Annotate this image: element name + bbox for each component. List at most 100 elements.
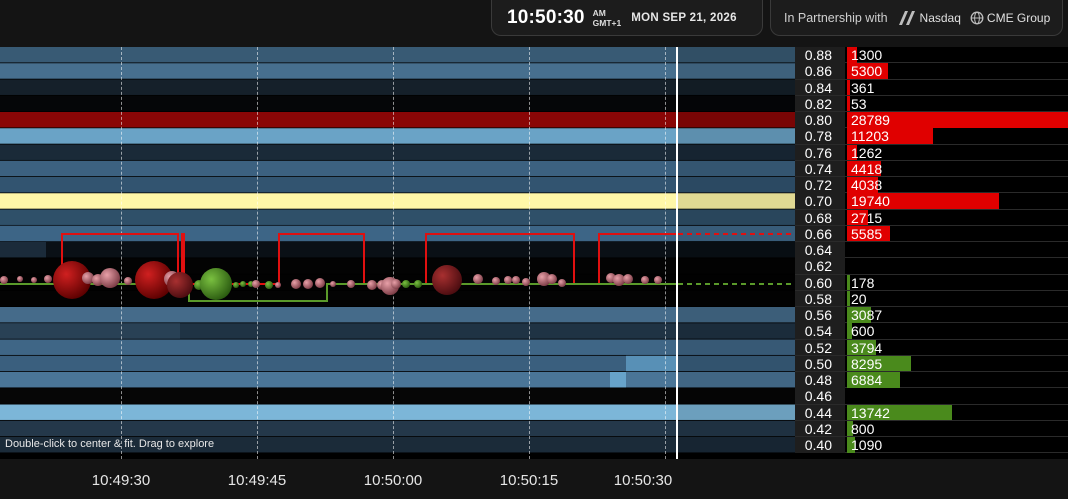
clock-meridiem: AM GMT+1 bbox=[593, 8, 622, 28]
ladder-quantity: 20 bbox=[851, 290, 867, 307]
ladder-quantity: 361 bbox=[851, 79, 875, 96]
ladder-row[interactable]: 0.42 800 bbox=[795, 420, 1068, 437]
trade-bubble bbox=[414, 280, 422, 288]
ladder-row[interactable]: 0.72 4038 bbox=[795, 177, 1068, 194]
clock-timezone: GMT+1 bbox=[592, 17, 622, 28]
ladder-row[interactable]: 0.46 bbox=[795, 388, 1068, 405]
trade-bubble bbox=[367, 280, 377, 290]
ladder-row[interactable]: 0.86 5300 bbox=[795, 63, 1068, 80]
partnership-label: In Partnership with bbox=[784, 10, 888, 25]
trade-bubble bbox=[167, 272, 193, 298]
ladder-quantity: 1300 bbox=[851, 47, 883, 63]
ladder-row[interactable]: 0.62 bbox=[795, 258, 1068, 275]
trade-bubble bbox=[265, 281, 273, 289]
trade-bubble bbox=[330, 281, 336, 287]
ladder-row[interactable]: 0.70 19740 bbox=[795, 193, 1068, 210]
ladder-price: 0.58 bbox=[795, 290, 845, 307]
ladder-row[interactable]: 0.48 6884 bbox=[795, 372, 1068, 389]
ladder-row[interactable]: 0.54 600 bbox=[795, 323, 1068, 340]
ladder-row[interactable]: 0.68 2715 bbox=[795, 209, 1068, 226]
ladder-quantity: 11203 bbox=[851, 128, 889, 145]
partnership-panel: In Partnership with Nasdaq CME Group bbox=[770, 0, 1063, 36]
ladder-quantity: 6884 bbox=[851, 372, 883, 388]
ladder-quantity: 800 bbox=[851, 420, 875, 437]
trade-bubble bbox=[240, 281, 246, 287]
ladder-row[interactable]: 0.74 4418 bbox=[795, 160, 1068, 177]
ladder-price: 0.42 bbox=[795, 420, 845, 437]
ladder-price: 0.88 bbox=[795, 47, 845, 63]
trade-bubble bbox=[124, 277, 132, 285]
ladder-row[interactable]: 0.82 53 bbox=[795, 95, 1068, 112]
trade-bubble bbox=[547, 274, 557, 284]
trade-bubble bbox=[31, 277, 37, 283]
ladder-price: 0.64 bbox=[795, 242, 845, 258]
clock-panel: 10:50:30 AM GMT+1 MON SEP 21, 2026 bbox=[491, 0, 763, 36]
ladder-row[interactable]: 0.84 361 bbox=[795, 79, 1068, 96]
time-tick-label: 10:49:30 bbox=[91, 472, 151, 489]
ladder-price: 0.60 bbox=[795, 274, 845, 290]
trade-bubble bbox=[623, 274, 633, 284]
current-time-line bbox=[676, 47, 678, 459]
ladder-row[interactable]: 0.64 bbox=[795, 242, 1068, 259]
trade-bubble bbox=[512, 276, 520, 284]
ladder-depth-bar bbox=[847, 290, 850, 307]
trade-bubble bbox=[82, 272, 94, 284]
trade-bubble bbox=[315, 278, 325, 288]
ladder-price: 0.44 bbox=[795, 404, 845, 420]
ladder-row[interactable]: 0.52 3794 bbox=[795, 339, 1068, 356]
ladder-quantity: 178 bbox=[851, 274, 875, 291]
ladder-row[interactable]: 0.88 1300 bbox=[795, 47, 1068, 64]
trade-bubble bbox=[641, 276, 649, 284]
trade-bubble bbox=[0, 276, 8, 284]
ladder-row[interactable]: 0.76 1262 bbox=[795, 144, 1068, 161]
trade-bubble bbox=[492, 277, 500, 285]
ladder-quantity: 4418 bbox=[851, 160, 883, 177]
clock-ampm: AM bbox=[592, 7, 606, 18]
ladder-row[interactable]: 0.44 13742 bbox=[795, 404, 1068, 421]
ladder-row[interactable]: 0.78 11203 bbox=[795, 128, 1068, 145]
clock-date: MON SEP 21, 2026 bbox=[631, 11, 737, 24]
ladder-price: 0.48 bbox=[795, 372, 845, 388]
ladder-quantity: 5585 bbox=[851, 225, 883, 242]
ladder-row[interactable]: 0.66 5585 bbox=[795, 225, 1068, 242]
order-book-ladder: 0.88 1300 0.86 5300 0.84 361 0.82 53 0.80 28789 0.… bbox=[795, 47, 1068, 459]
ladder-quantity: 3794 bbox=[851, 339, 883, 356]
cme-group-logo[interactable]: CME Group bbox=[970, 11, 1050, 25]
best-bid-line bbox=[0, 283, 676, 302]
ladder-quantity: 19740 bbox=[851, 193, 890, 210]
ladder-row[interactable]: 0.58 20 bbox=[795, 290, 1068, 307]
ladder-price: 0.50 bbox=[795, 355, 845, 372]
heatmap-chart[interactable]: Double-click to center & fit. Drag to ex… bbox=[0, 47, 795, 459]
ladder-quantity: 28789 bbox=[851, 112, 890, 128]
trade-bubble bbox=[233, 282, 239, 288]
trade-bubble bbox=[252, 280, 260, 288]
trade-bubble bbox=[291, 279, 301, 289]
cme-group-label: CME Group bbox=[986, 10, 1051, 25]
ladder-price: 0.78 bbox=[795, 128, 845, 144]
ladder-quantity: 1262 bbox=[851, 144, 883, 161]
ladder-price: 0.82 bbox=[795, 95, 845, 112]
ladder-price: 0.72 bbox=[795, 177, 845, 193]
trade-bubble bbox=[473, 274, 483, 284]
ladder-price: 0.74 bbox=[795, 160, 845, 177]
ladder-price: 0.54 bbox=[795, 323, 845, 339]
trade-bubble bbox=[522, 278, 530, 286]
trade-bubble bbox=[17, 276, 23, 282]
trade-bubble bbox=[44, 275, 52, 283]
ladder-row[interactable]: 0.60 178 bbox=[795, 274, 1068, 291]
ladder-row[interactable]: 0.80 28789 bbox=[795, 112, 1068, 129]
ladder-quantity: 1090 bbox=[851, 437, 883, 453]
ladder-depth-bar bbox=[847, 79, 850, 95]
trade-bubble bbox=[200, 268, 232, 300]
ladder-depth-bar bbox=[847, 274, 850, 290]
ladder-price: 0.56 bbox=[795, 307, 845, 323]
ladder-row[interactable]: 0.50 8295 bbox=[795, 355, 1068, 372]
ladder-price: 0.70 bbox=[795, 193, 845, 209]
nasdaq-logo[interactable]: Nasdaq bbox=[897, 10, 961, 26]
top-bar: 10:50:30 AM GMT+1 MON SEP 21, 2026 In Pa… bbox=[0, 0, 1068, 47]
trade-bubble bbox=[654, 276, 662, 284]
ladder-row[interactable]: 0.56 3087 bbox=[795, 307, 1068, 324]
ladder-quantity: 5300 bbox=[851, 63, 883, 80]
ladder-row[interactable]: 0.40 1090 bbox=[795, 437, 1068, 454]
ladder-quantity: 3087 bbox=[851, 307, 883, 323]
